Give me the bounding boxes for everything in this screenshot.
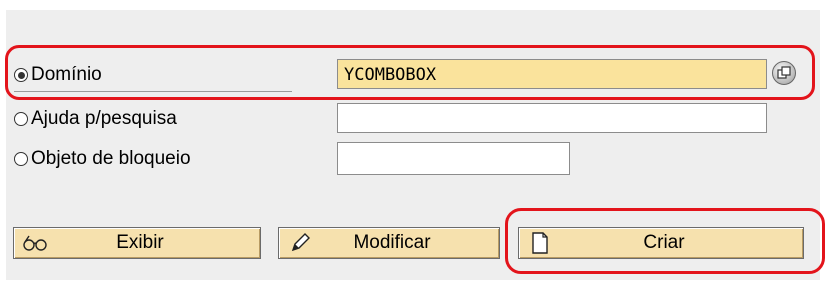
- value-help-icon[interactable]: [772, 61, 796, 85]
- search-help-input[interactable]: [337, 103, 767, 133]
- radio-button[interactable]: [14, 152, 28, 166]
- radio-option-dominio[interactable]: Domínio: [14, 64, 102, 86]
- radio-label-ajuda-pesquisa: Ajuda p/pesquisa: [31, 108, 177, 129]
- display-button[interactable]: Exibir: [13, 227, 261, 259]
- radio-label-dominio: Domínio: [31, 64, 102, 85]
- pencil-icon: [285, 232, 315, 254]
- label-underline: [14, 91, 292, 92]
- lock-object-input[interactable]: [337, 142, 570, 175]
- radio-option-objeto-bloqueio[interactable]: Objeto de bloqueio: [14, 148, 191, 170]
- domain-input[interactable]: YCOMBOBOX: [337, 59, 767, 89]
- display-button-label: Exibir: [116, 232, 164, 253]
- create-button[interactable]: Criar: [518, 227, 804, 259]
- radio-button-selected[interactable]: [14, 68, 28, 82]
- create-button-label: Criar: [643, 232, 685, 253]
- change-button-label: Modificar: [353, 232, 431, 253]
- radio-button[interactable]: [14, 112, 28, 126]
- radio-option-ajuda-pesquisa[interactable]: Ajuda p/pesquisa: [14, 108, 177, 130]
- change-button[interactable]: Modificar: [278, 227, 500, 259]
- glasses-icon: [20, 234, 50, 252]
- radio-label-objeto-bloqueio: Objeto de bloqueio: [31, 148, 191, 169]
- blank-document-icon: [525, 232, 555, 254]
